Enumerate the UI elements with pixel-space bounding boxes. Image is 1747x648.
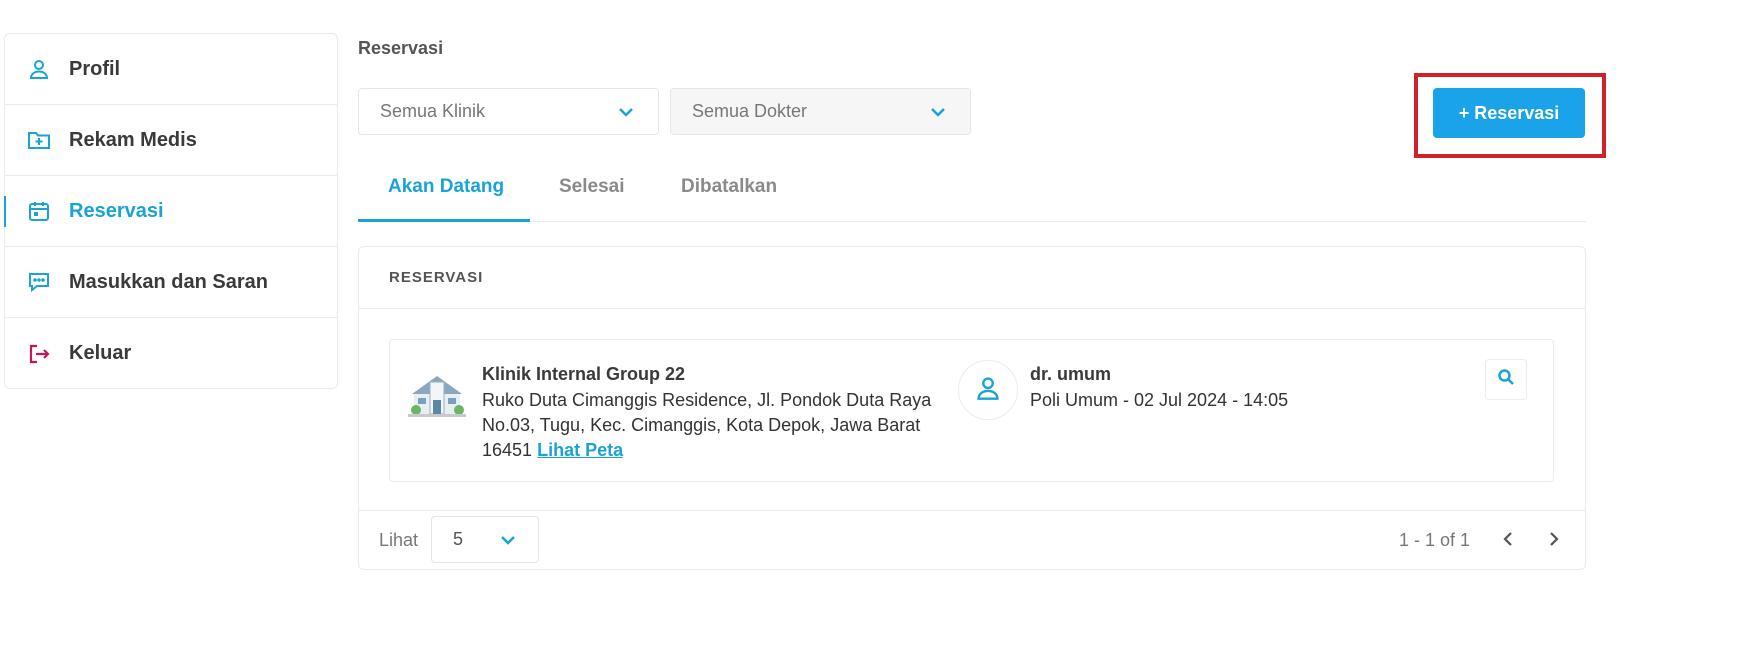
tab-selesai[interactable]: Selesai xyxy=(559,176,625,198)
chevron-left-icon[interactable] xyxy=(1495,525,1523,553)
sidebar-item-profil[interactable]: Profil xyxy=(5,34,337,105)
reservation-schedule: Poli Umum - 02 Jul 2024 - 14:05 xyxy=(1030,390,1289,410)
tab-akan-datang[interactable]: Akan Datang xyxy=(388,176,504,198)
clinic-address: Ruko Duta Cimanggis Residence, Jl. Pondo… xyxy=(482,388,942,463)
sidebar-item-reservasi[interactable]: Reservasi xyxy=(4,176,337,247)
sidebar-item-label: Reservasi xyxy=(69,199,164,222)
panel-header: RESERVASI xyxy=(359,247,1585,309)
tab-dibatalkan[interactable]: Dibatalkan xyxy=(681,176,777,198)
per-page-label: Lihat xyxy=(379,530,419,550)
sidebar: Profil Rekam Medis Reservasi Masukkan da… xyxy=(4,33,338,389)
per-page-select[interactable]: 5 xyxy=(431,516,539,563)
pagination-bar: Lihat 5 1 - 1 of 1 xyxy=(359,510,1585,570)
chat-icon xyxy=(25,268,53,296)
sidebar-item-label: Profil xyxy=(69,57,121,80)
view-map-link[interactable]: Lihat Peta xyxy=(537,440,623,460)
tab-bar: Akan Datang Selesai Dibatalkan xyxy=(358,162,1586,222)
doctor-avatar xyxy=(958,360,1018,420)
doctor-filter-value: Semua Dokter xyxy=(692,101,808,121)
clinic-filter-value: Semua Klinik xyxy=(380,101,486,121)
clinic-name: Klinik Internal Group 22 xyxy=(482,364,686,384)
pagination-range: 1 - 1 of 1 xyxy=(1399,530,1471,550)
doctor-filter-select[interactable]: Semua Dokter xyxy=(670,88,971,135)
reservation-panel: RESERVASI Klinik Internal Group 22 Ruko … xyxy=(358,246,1586,570)
sidebar-item-label: Keluar xyxy=(69,342,132,364)
sidebar-item-label: Masukkan dan Saran xyxy=(69,270,268,293)
calendar-icon xyxy=(25,197,53,225)
search-icon xyxy=(1497,368,1515,391)
chevron-right-icon[interactable] xyxy=(1539,525,1567,553)
clinic-image xyxy=(408,370,466,422)
folder-plus-icon xyxy=(25,126,53,154)
sidebar-item-masukkan-dan-saran[interactable]: Masukkan dan Saran xyxy=(5,247,337,318)
detail-search-button[interactable] xyxy=(1485,359,1527,400)
doctor-name: dr. umum xyxy=(1030,364,1112,384)
reservation-card: Klinik Internal Group 22 Ruko Duta Ciman… xyxy=(389,339,1554,482)
user-icon xyxy=(25,55,53,83)
page-title: Reservasi xyxy=(358,38,444,58)
sidebar-item-rekam-medis[interactable]: Rekam Medis xyxy=(5,105,337,176)
user-icon xyxy=(975,375,1001,406)
sidebar-item-label: Rekam Medis xyxy=(69,128,197,151)
chevron-down-icon xyxy=(498,530,518,555)
chevron-down-icon xyxy=(928,102,948,127)
logout-icon xyxy=(25,340,53,368)
chevron-down-icon xyxy=(616,102,636,127)
sidebar-item-keluar[interactable]: Keluar xyxy=(5,318,337,389)
add-reservation-button[interactable]: + Reservasi xyxy=(1433,88,1585,138)
active-tab-indicator xyxy=(358,219,530,222)
clinic-filter-select[interactable]: Semua Klinik xyxy=(358,88,659,135)
per-page-value: 5 xyxy=(453,529,464,549)
